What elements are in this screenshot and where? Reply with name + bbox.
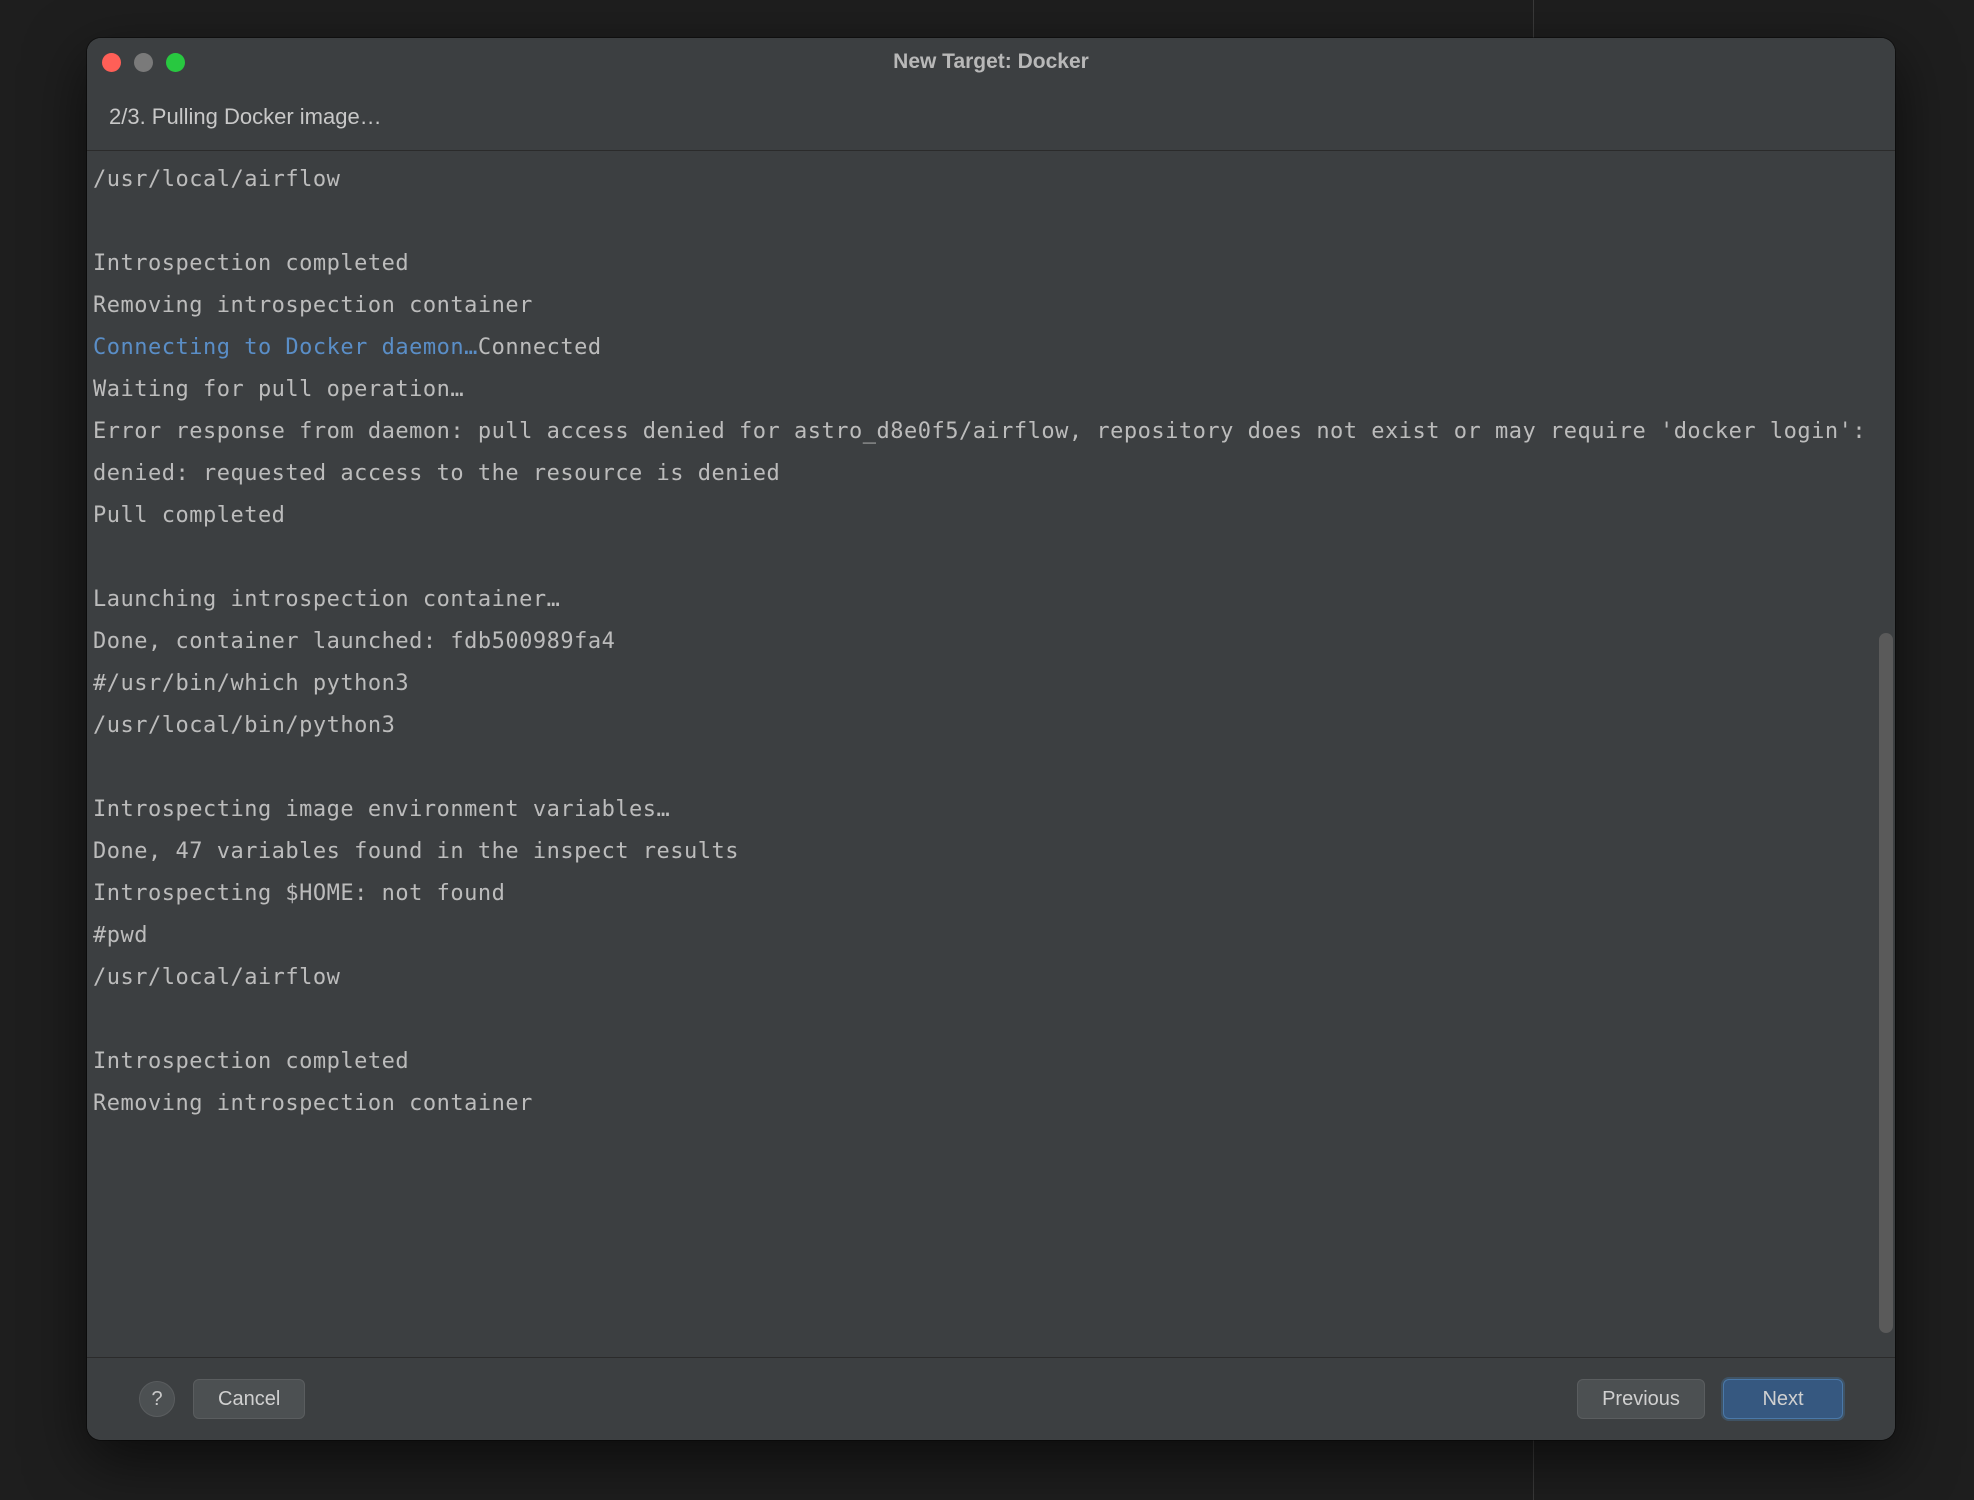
scrollbar-thumb[interactable] — [1879, 633, 1893, 1332]
log-line: Removing introspection container — [93, 285, 1869, 327]
log-line — [93, 537, 1869, 579]
log-line: Introspection completed — [93, 1041, 1869, 1083]
scrollbar-track[interactable] — [1875, 151, 1895, 1357]
cancel-button[interactable]: Cancel — [193, 1379, 305, 1419]
log-output[interactable]: /usr/local/airflow Introspection complet… — [87, 151, 1875, 1357]
log-line: /usr/local/airflow — [93, 159, 1869, 201]
log-line: Removing introspection container — [93, 1083, 1869, 1125]
log-line: Done, 47 variables found in the inspect … — [93, 831, 1869, 873]
maximize-icon[interactable] — [166, 53, 185, 72]
dialog-footer: ? Cancel Previous Next — [87, 1358, 1895, 1440]
log-line: Connecting to Docker daemon…Connected — [93, 327, 1869, 369]
log-line — [93, 999, 1869, 1041]
log-line: /usr/local/airflow — [93, 957, 1869, 999]
new-target-docker-dialog: New Target: Docker 2/3. Pulling Docker i… — [87, 38, 1895, 1440]
window-controls — [102, 53, 185, 72]
help-button[interactable]: ? — [139, 1381, 175, 1417]
log-line: Error response from daemon: pull access … — [93, 411, 1869, 495]
log-panel: /usr/local/airflow Introspection complet… — [87, 150, 1895, 1358]
log-line: Waiting for pull operation… — [93, 369, 1869, 411]
log-line: Done, container launched: fdb500989fa4 — [93, 621, 1869, 663]
log-line: Introspecting image environment variable… — [93, 789, 1869, 831]
log-line: #/usr/bin/which python3 — [93, 663, 1869, 705]
dialog-titlebar: New Target: Docker — [87, 38, 1895, 86]
log-line: Launching introspection container… — [93, 579, 1869, 621]
log-line — [93, 201, 1869, 243]
log-line: Introspecting $HOME: not found — [93, 873, 1869, 915]
log-line: Introspection completed — [93, 243, 1869, 285]
close-icon[interactable] — [102, 53, 121, 72]
wizard-step-label: 2/3. Pulling Docker image… — [87, 86, 1895, 150]
dialog-title: New Target: Docker — [87, 50, 1895, 74]
next-button[interactable]: Next — [1723, 1379, 1843, 1419]
log-line: Pull completed — [93, 495, 1869, 537]
log-line: #pwd — [93, 915, 1869, 957]
log-line: /usr/local/bin/python3 — [93, 705, 1869, 747]
log-line — [93, 747, 1869, 789]
previous-button[interactable]: Previous — [1577, 1379, 1705, 1419]
minimize-icon[interactable] — [134, 53, 153, 72]
